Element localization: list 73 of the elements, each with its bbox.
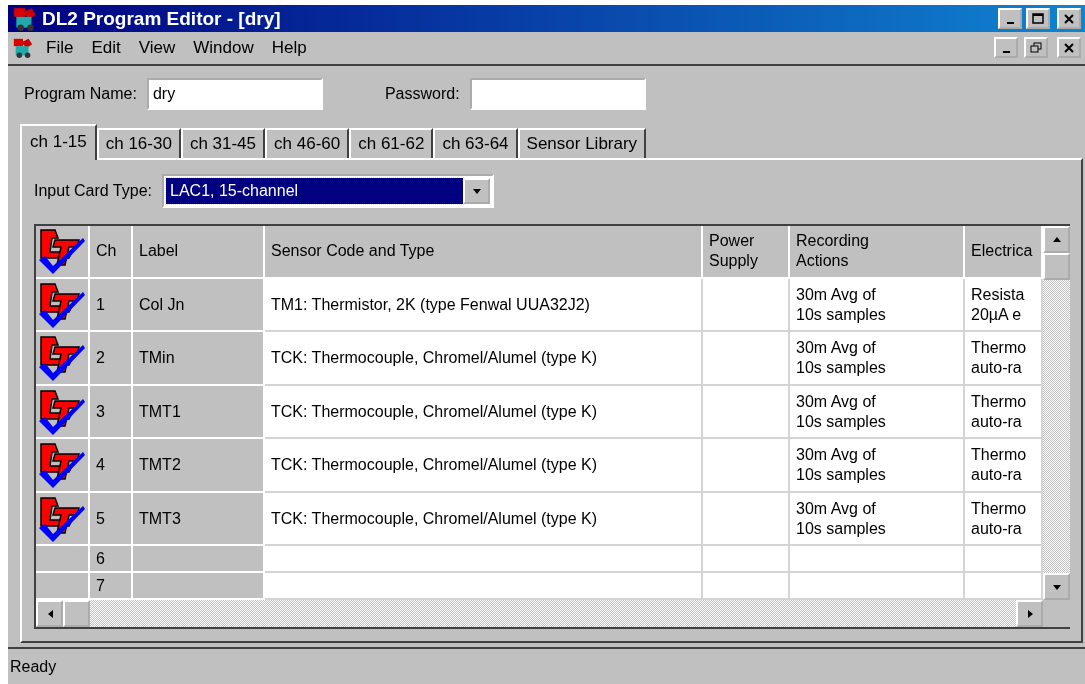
restore-button[interactable] — [1024, 37, 1048, 59]
status-text: Ready — [10, 657, 57, 676]
table-cell: TCK: Thermocouple, Chromel/Alumel (type K) — [265, 492, 703, 547]
scroll-up-button[interactable] — [1043, 225, 1070, 253]
program-name-label: Program Name: — [24, 84, 137, 103]
tab[interactable]: ch 63-64 — [433, 127, 518, 158]
minimize-button[interactable] — [994, 37, 1018, 59]
table-cell: TCK: Thermocouple, Chromel/Alumel (type K) — [265, 385, 703, 440]
tab[interactable]: ch 31-45 — [180, 127, 266, 158]
input-card-type-dropdown[interactable]: LAC1, 15-channel — [162, 173, 494, 208]
table-cell: 1 — [90, 278, 133, 333]
table-cell: TMT2 — [133, 439, 265, 493]
menu-item[interactable]: Window — [187, 38, 260, 58]
table-cell: 6 — [90, 546, 133, 574]
menu-item[interactable]: File — [40, 38, 80, 58]
tab[interactable]: ch 1-15 — [20, 123, 97, 160]
tab[interactable]: Sensor Library — [517, 127, 647, 158]
minimize-button[interactable] — [998, 8, 1022, 30]
window-title: DL2 Program Editor - [dry] — [42, 7, 282, 30]
table-cell: Thermo auto-ra — [965, 332, 1043, 386]
table-cell: 7 — [90, 573, 133, 601]
table-cell: 30m Avg of 10s samples — [790, 332, 965, 386]
table-cell: TM1: Thermistor, 2K (type Fenwal UUA32J2) — [265, 278, 703, 333]
table-cell: TCK: Thermocouple, Chromel/Alumel (type K) — [265, 439, 703, 493]
minimize-icon — [1002, 51, 1010, 53]
table-cell: 30m Avg of 10s samples — [790, 492, 965, 547]
minimize-icon — [1006, 21, 1014, 24]
table-cell: 30m Avg of 10s samples — [790, 385, 965, 440]
close-icon — [1064, 43, 1074, 53]
close-button[interactable] — [1057, 37, 1081, 59]
table-cell: 4 — [90, 439, 133, 493]
table-cell: 30m Avg of 10s samples — [790, 439, 965, 493]
tab[interactable]: ch 61-62 — [349, 127, 434, 158]
maximize-icon — [1032, 13, 1044, 25]
table-cell: TMT1 — [133, 385, 265, 440]
menu-item[interactable]: Help — [265, 38, 313, 58]
column-header: Sensor Code and Type — [265, 225, 703, 279]
column-header: Power Supply — [703, 225, 790, 279]
close-button[interactable] — [1057, 8, 1081, 30]
table-cell: TMT3 — [133, 492, 265, 547]
table-cell: 2 — [90, 332, 133, 386]
close-icon — [1064, 13, 1074, 24]
input-card-type-label: Input Card Type: — [34, 181, 152, 200]
password-label: Password: — [384, 84, 460, 103]
table-cell: 3 — [90, 385, 133, 440]
menu-item[interactable]: Edit — [85, 38, 127, 58]
column-header: Recording Actions — [790, 225, 965, 279]
table-cell: Resista 20µA e — [965, 278, 1043, 333]
scroll-right-button[interactable] — [1016, 600, 1043, 628]
app-icon — [12, 5, 38, 32]
table-cell: 5 — [90, 492, 133, 547]
table-cell: TMin — [133, 332, 265, 386]
column-header: Label — [133, 225, 265, 279]
table-cell: Thermo auto-ra — [965, 439, 1043, 493]
column-header: Ch — [90, 225, 133, 279]
program-name-field[interactable]: dry — [146, 77, 323, 110]
column-header: Electrica — [965, 225, 1043, 279]
document-icon — [12, 37, 34, 59]
table-cell: Col Jn — [133, 278, 265, 333]
menu-item[interactable]: View — [132, 38, 182, 58]
table-cell: Thermo auto-ra — [965, 385, 1043, 440]
scroll-thumb[interactable] — [63, 600, 90, 628]
password-field[interactable] — [469, 77, 646, 110]
scroll-left-button[interactable] — [36, 600, 63, 628]
tab[interactable]: ch 16-30 — [96, 127, 181, 158]
scroll-down-button[interactable] — [1043, 573, 1070, 601]
scroll-thumb[interactable] — [1043, 252, 1070, 280]
table-cell: Thermo auto-ra — [965, 492, 1043, 547]
table-cell: TCK: Thermocouple, Chromel/Alumel (type K) — [265, 332, 703, 386]
table-cell: 30m Avg of 10s samples — [790, 278, 965, 333]
restore-icon — [1030, 42, 1042, 54]
tab[interactable]: ch 46-60 — [265, 127, 350, 158]
maximize-button[interactable] — [1026, 8, 1050, 30]
